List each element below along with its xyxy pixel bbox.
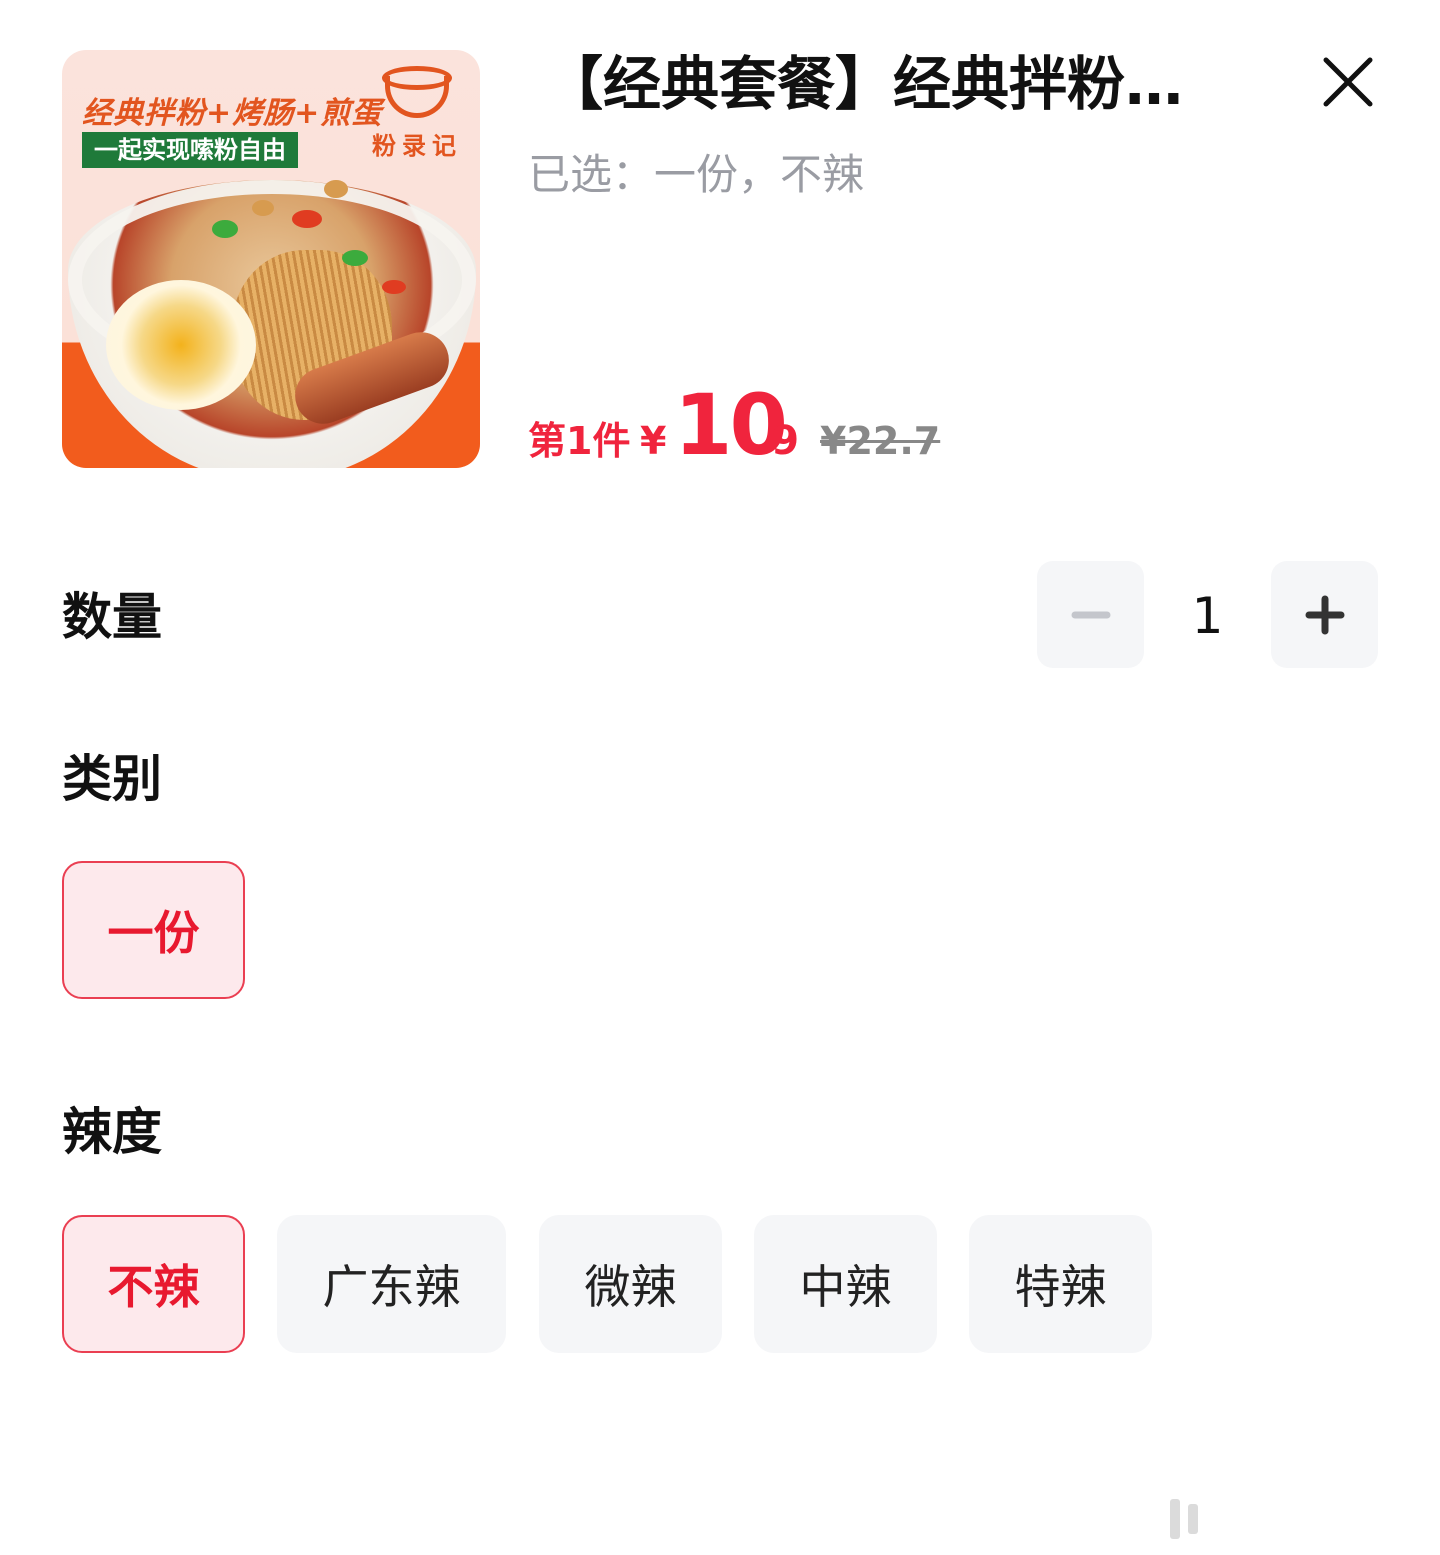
garnish bbox=[292, 210, 322, 228]
brand-logo: 粉录记 bbox=[362, 66, 472, 161]
decrease-quantity-button[interactable] bbox=[1037, 561, 1144, 668]
category-label: 类别 bbox=[62, 750, 162, 808]
quantity-value: 1 bbox=[1191, 587, 1224, 645]
chip-label: 广东辣 bbox=[322, 1260, 461, 1314]
product-title: 【经典套餐】经典拌粉… bbox=[545, 50, 1184, 118]
chip-label: 微辣 bbox=[584, 1260, 677, 1314]
chip-label: 不辣 bbox=[107, 1260, 200, 1314]
spice-option-extra-hot[interactable]: 特辣 bbox=[969, 1215, 1152, 1353]
chip-label: 中辣 bbox=[799, 1260, 892, 1314]
close-button[interactable] bbox=[1320, 54, 1376, 110]
watermark-mark bbox=[1170, 1499, 1180, 1539]
close-icon bbox=[1323, 57, 1373, 107]
chip-label: 特辣 bbox=[1014, 1260, 1107, 1314]
bowl-logo-icon bbox=[382, 66, 452, 118]
price-prefix: 第1件 bbox=[528, 419, 631, 463]
quantity-label: 数量 bbox=[62, 588, 162, 646]
brand-name: 粉录记 bbox=[372, 132, 462, 160]
image-headline: 经典拌粉+烤肠+煎蛋 bbox=[82, 96, 383, 131]
spice-option-mild[interactable]: 微辣 bbox=[539, 1215, 722, 1353]
garnish bbox=[324, 180, 348, 198]
spice-label: 辣度 bbox=[62, 1103, 162, 1161]
minus-icon bbox=[1071, 611, 1110, 618]
plus-icon bbox=[1305, 595, 1344, 634]
fried-egg-illustration bbox=[106, 280, 256, 410]
garnish bbox=[382, 280, 406, 294]
spice-option-not-spicy[interactable]: 不辣 bbox=[62, 1215, 245, 1353]
watermark-mark bbox=[1188, 1504, 1198, 1534]
image-tagline: 一起实现嗦粉自由 bbox=[82, 132, 298, 168]
selected-summary: 已选：一份，不辣 bbox=[528, 150, 865, 199]
sku-selection-sheet: 经典拌粉+烤肠+煎蛋 一起实现嗦粉自由 粉录记 【经典套餐】经典拌粉… 已选：一… bbox=[0, 0, 1440, 1555]
chip-label: 一份 bbox=[107, 906, 200, 960]
garnish bbox=[252, 200, 274, 216]
price-decimal: .9 bbox=[756, 418, 800, 464]
original-price: ¥22.7 bbox=[820, 419, 941, 463]
spice-option-medium[interactable]: 中辣 bbox=[754, 1215, 937, 1353]
increase-quantity-button[interactable] bbox=[1271, 561, 1378, 668]
garnish bbox=[342, 250, 368, 266]
garnish bbox=[212, 220, 238, 238]
spice-option-cantonese-spicy[interactable]: 广东辣 bbox=[277, 1215, 506, 1353]
category-option-one-portion[interactable]: 一份 bbox=[62, 861, 245, 999]
watermark bbox=[1170, 1496, 1430, 1542]
product-image: 经典拌粉+烤肠+煎蛋 一起实现嗦粉自由 粉录记 bbox=[62, 50, 480, 468]
price-currency: ¥ bbox=[640, 419, 667, 463]
